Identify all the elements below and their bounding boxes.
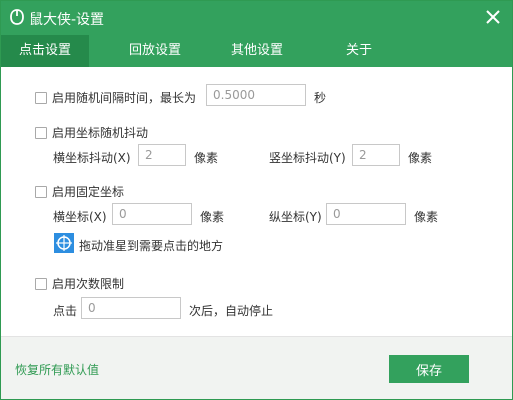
click-limit-label: 启用次数限制 xyxy=(52,277,125,291)
tab-bar: 点击设置 回放设置 其他设置 关于 xyxy=(1,35,512,67)
fixed-x-input[interactable] xyxy=(112,203,192,225)
save-button[interactable]: 保存 xyxy=(389,355,469,383)
fixed-x-unit: 像素 xyxy=(200,210,225,224)
drag-crosshair-hint: 拖动准星到需要点击的地方 xyxy=(79,239,224,253)
jitter-x-label: 横坐标抖动(X) xyxy=(53,151,131,165)
random-jitter-checkbox[interactable] xyxy=(35,127,47,139)
random-interval-input[interactable] xyxy=(206,84,306,106)
tab-playback-settings[interactable]: 回放设置 xyxy=(111,35,199,67)
click-limit-input[interactable] xyxy=(81,297,181,319)
mouse-logo-icon xyxy=(10,9,24,25)
jitter-y-label: 竖坐标抖动(Y) xyxy=(269,151,346,165)
fixed-y-label: 纵坐标(Y) xyxy=(269,210,322,224)
jitter-y-unit: 像素 xyxy=(408,151,433,165)
crosshair-target-icon[interactable] xyxy=(54,233,74,253)
click-settings-panel: 启用随机间隔时间，最长为 秒 启用坐标随机抖动 横坐标抖动(X) 像素 竖坐标抖… xyxy=(1,67,512,339)
fixed-y-input[interactable] xyxy=(326,203,406,225)
random-interval-label: 启用随机间隔时间，最长为 xyxy=(52,91,197,105)
close-icon[interactable] xyxy=(484,8,502,26)
click-limit-prefix: 点击 xyxy=(53,304,78,318)
tab-other-settings[interactable]: 其他设置 xyxy=(213,35,301,67)
random-jitter-label: 启用坐标随机抖动 xyxy=(52,126,149,140)
fixed-y-unit: 像素 xyxy=(414,210,439,224)
title-bar: 鼠大侠-设置 xyxy=(1,1,512,35)
tab-click-settings[interactable]: 点击设置 xyxy=(1,35,89,67)
footer-bar: 恢复所有默认值 保存 xyxy=(1,336,512,399)
click-limit-checkbox[interactable] xyxy=(35,278,47,290)
click-limit-suffix: 次后，自动停止 xyxy=(189,304,274,318)
window-title: 鼠大侠-设置 xyxy=(29,12,105,28)
jitter-x-input[interactable] xyxy=(138,144,186,166)
fixed-x-label: 横坐标(X) xyxy=(53,210,107,224)
fixed-coords-label: 启用固定坐标 xyxy=(52,185,125,199)
jitter-x-unit: 像素 xyxy=(194,151,219,165)
jitter-y-input[interactable] xyxy=(352,144,400,166)
random-interval-checkbox[interactable] xyxy=(35,92,47,104)
settings-window: 鼠大侠-设置 点击设置 回放设置 其他设置 关于 启用随机间隔时间，最长为 秒 … xyxy=(0,0,513,400)
tab-about[interactable]: 关于 xyxy=(319,35,399,67)
fixed-coords-checkbox[interactable] xyxy=(35,186,47,198)
random-interval-unit: 秒 xyxy=(314,91,327,105)
restore-defaults-link[interactable]: 恢复所有默认值 xyxy=(15,361,99,378)
